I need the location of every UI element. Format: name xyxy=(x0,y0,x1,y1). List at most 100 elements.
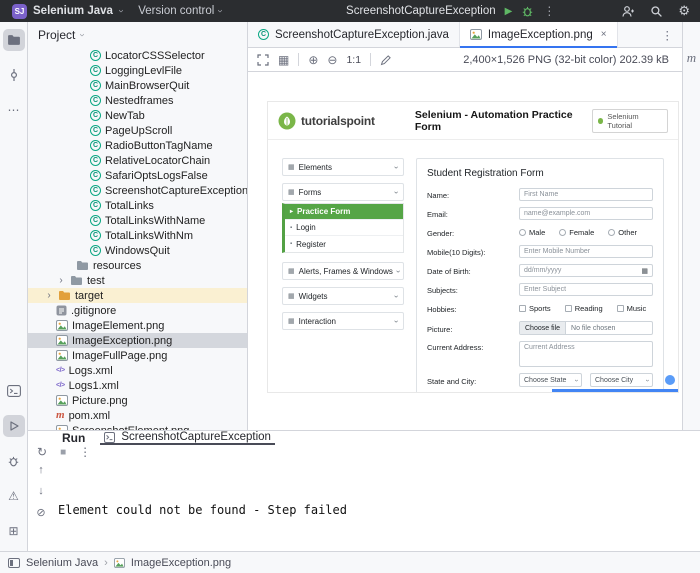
tree-item-TotalLinksWithNm[interactable]: CTotalLinksWithNm xyxy=(28,228,247,243)
tree-item-Nestedframes[interactable]: CNestedframes xyxy=(28,93,247,108)
navigate-up-icon[interactable]: ↑ xyxy=(38,464,44,476)
tree-item-ImageFullPage.png[interactable]: ImageFullPage.png xyxy=(28,348,247,363)
class-icon: C xyxy=(90,95,101,106)
hobby-sports-checkbox: Sports xyxy=(519,304,551,313)
run-tab-screenshotcaptureexception[interactable]: ScreenshotCaptureException xyxy=(100,431,275,445)
maven-tool-icon[interactable]: m xyxy=(687,50,696,430)
tree-item-LoggingLevlFile[interactable]: CLoggingLevlFile xyxy=(28,63,247,78)
tree-item-SafariOptsLogsFalse[interactable]: CSafariOptsLogsFalse xyxy=(28,168,247,183)
debug-button[interactable] xyxy=(521,5,534,18)
tree-item-WindowsQuit[interactable]: CWindowsQuit xyxy=(28,243,247,258)
chevron-right-icon[interactable]: › xyxy=(56,275,66,286)
vcs-label: Version control xyxy=(138,5,214,17)
class-icon: C xyxy=(90,65,101,76)
breadcrumb-file[interactable]: ImageException.png xyxy=(131,557,231,569)
tree-item-TotalLinks[interactable]: CTotalLinks xyxy=(28,198,247,213)
tree-item-label: Logs.xml xyxy=(69,365,113,377)
navigate-down-icon[interactable]: ↓ xyxy=(38,485,44,497)
tree-item-label: resources xyxy=(93,260,141,272)
zoom-level[interactable]: 1:1 xyxy=(346,54,361,66)
commit-tool-icon[interactable] xyxy=(3,64,25,86)
problems-tool-icon[interactable]: ⚠ xyxy=(3,485,25,507)
class-icon: C xyxy=(90,110,101,121)
settings-gear-icon[interactable]: ⚙ xyxy=(678,3,690,19)
gender-other-radio: Other xyxy=(608,228,637,237)
zoom-in-icon[interactable]: ⊕ xyxy=(308,53,318,67)
chevron-down-icon: › xyxy=(392,166,401,169)
rerun-icon[interactable]: ↻ xyxy=(37,445,47,459)
vcs-widget[interactable]: Version control › xyxy=(138,5,221,17)
code-with-me-icon[interactable] xyxy=(621,5,635,18)
project-panel-title[interactable]: Project xyxy=(38,28,75,42)
subjects-input: Enter Subject xyxy=(519,283,653,296)
more-tools-icon[interactable]: ⋯ xyxy=(3,99,25,121)
grid-toggle-icon[interactable]: ▦ xyxy=(278,53,289,67)
chevron-right-icon[interactable]: › xyxy=(44,290,54,301)
project-badge[interactable]: SJ xyxy=(12,4,27,19)
run-button[interactable]: ▶ xyxy=(505,6,513,17)
menu-section-interaction: ▦ Interaction › xyxy=(282,312,404,330)
zoom-out-icon[interactable]: ⊖ xyxy=(327,53,337,67)
debug-tool-icon[interactable] xyxy=(3,450,25,472)
console-options-icon[interactable]: ⋮ xyxy=(79,445,91,459)
tree-item-label: ImageException.png xyxy=(72,335,172,347)
project-tool-icon[interactable] xyxy=(3,29,25,51)
tree-item-label: TotalLinksWithNm xyxy=(105,230,193,242)
edit-externally-icon[interactable] xyxy=(380,54,392,66)
gender-female-radio: Female xyxy=(559,228,594,237)
tree-item-PageUpScroll[interactable]: CPageUpScroll xyxy=(28,123,247,138)
editor-tab-bar: C ScreenshotCaptureException.java ImageE… xyxy=(248,22,682,48)
tab-options-icon[interactable]: ⋮ xyxy=(653,22,683,47)
tree-item-Picture.png[interactable]: Picture.png xyxy=(28,393,247,408)
tree-item-Logs1.xml[interactable]: </>Logs1.xml xyxy=(28,378,247,393)
run-panel-title[interactable]: Run xyxy=(62,431,85,445)
menu-section-alerts: ▦ Alerts, Frames & Windows › xyxy=(282,262,404,280)
tree-item-label: RelativeLocatorChain xyxy=(105,155,210,167)
tree-item-ScreenshotElement.png[interactable]: ScreenshotElement.png xyxy=(28,423,247,430)
tree-item-TotalLinksWithName[interactable]: CTotalLinksWithName xyxy=(28,213,247,228)
tree-item-Logs.xml[interactable]: </>Logs.xml xyxy=(28,363,247,378)
chevron-down-icon[interactable]: › xyxy=(77,33,87,36)
choose-file-button: Choose file xyxy=(520,322,566,334)
tree-item-label: PageUpScroll xyxy=(105,125,172,137)
project-name[interactable]: Selenium Java xyxy=(33,5,113,17)
tab-imageexception-png[interactable]: ImageException.png × xyxy=(460,22,618,47)
grid-icon: ▦ xyxy=(288,188,295,196)
tab-label: ImageException.png xyxy=(488,29,593,41)
run-tool-icon[interactable] xyxy=(3,415,25,437)
tutorialspoint-logo-icon xyxy=(278,112,296,130)
services-tool-icon[interactable]: ⊞ xyxy=(3,520,25,542)
tree-item-.gitignore[interactable]: .gitignore xyxy=(28,303,247,318)
more-actions-icon[interactable]: ⋮ xyxy=(543,4,555,18)
tree-item-resources[interactable]: resources xyxy=(28,258,247,273)
search-icon[interactable] xyxy=(650,5,663,18)
preview-sidebar-menu: ▦ Elements › ▦ Forms › ▸ Practice Form xyxy=(282,158,404,393)
tree-item-NewTab[interactable]: CNewTab xyxy=(28,108,247,123)
form-title: Student Registration Form xyxy=(427,168,653,179)
fit-to-window-icon[interactable] xyxy=(257,54,269,66)
tree-item-ImageException.png[interactable]: ImageException.png xyxy=(28,333,247,348)
tree-item-pom.xml[interactable]: mpom.xml xyxy=(28,408,247,423)
mobile-input: Enter Mobile Number xyxy=(519,245,653,258)
folder-icon xyxy=(7,34,21,46)
tree-item-LocatorCSSSelector[interactable]: CLocatorCSSSelector xyxy=(28,48,247,63)
run-config-name[interactable]: ScreenshotCaptureException xyxy=(346,5,496,17)
bullet-icon: ▪ xyxy=(290,225,292,231)
breadcrumb-project[interactable]: Selenium Java xyxy=(26,557,98,569)
tree-item-ImageElement.png[interactable]: ImageElement.png xyxy=(28,318,247,333)
close-tab-icon[interactable]: × xyxy=(601,29,607,40)
tree-item-ScreenshotCaptureException[interactable]: CScreenshotCaptureException xyxy=(28,183,247,198)
stop-icon[interactable]: ■ xyxy=(60,447,66,458)
tree-item-test[interactable]: ›test xyxy=(28,273,247,288)
tool-windows-icon[interactable] xyxy=(8,558,20,568)
clear-console-icon[interactable]: ⊘ xyxy=(36,506,45,519)
tree-item-target[interactable]: ›target xyxy=(28,288,247,303)
tree-item-MainBrowserQuit[interactable]: CMainBrowserQuit xyxy=(28,78,247,93)
tree-item-RelativeLocatorChain[interactable]: CRelativeLocatorChain xyxy=(28,153,247,168)
image-file-icon xyxy=(56,335,68,346)
terminal-tool-icon[interactable] xyxy=(3,380,25,402)
chevron-down-icon: › xyxy=(392,191,401,194)
tab-screenshotcaptureexception-java[interactable]: C ScreenshotCaptureException.java xyxy=(248,22,460,47)
grid-icon: ▦ xyxy=(288,292,295,300)
tree-item-RadioButtonTagName[interactable]: CRadioButtonTagName xyxy=(28,138,247,153)
